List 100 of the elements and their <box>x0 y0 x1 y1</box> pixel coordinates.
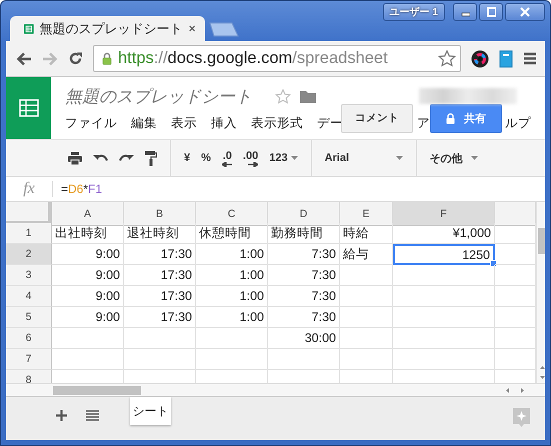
table-cell <box>340 328 393 349</box>
folder-icon[interactable] <box>300 90 316 102</box>
vertical-scrollbar[interactable] <box>536 202 545 383</box>
caret-icon <box>396 156 403 160</box>
add-sheet-icon[interactable] <box>56 410 67 421</box>
close-button[interactable] <box>505 3 545 21</box>
table-cell <box>52 328 124 349</box>
book-icon[interactable] <box>499 50 513 68</box>
column-header[interactable]: F <box>393 202 495 226</box>
table-cell <box>340 286 393 307</box>
star-icon[interactable] <box>438 50 456 67</box>
table-cell: 1:00 <box>196 244 268 265</box>
comments-button[interactable]: コメント <box>341 104 413 132</box>
table-cell <box>124 349 196 370</box>
increase-decimals-button[interactable]: .00 <box>242 150 258 166</box>
table-cell: 7:30 <box>268 286 340 307</box>
table-cell: 1250 <box>393 244 495 265</box>
menu-icon[interactable] <box>523 52 537 65</box>
menu-item[interactable]: 編集 <box>131 114 157 132</box>
back-icon[interactable] <box>16 52 32 66</box>
decrease-decimals-button[interactable]: .0 <box>222 150 232 166</box>
close-icon[interactable] <box>188 24 195 33</box>
column-header[interactable]: B <box>124 202 196 226</box>
row-header[interactable]: 2 <box>6 244 52 265</box>
row-header[interactable]: 8 <box>6 370 52 383</box>
horizontal-scrollbar[interactable] <box>6 383 545 397</box>
table-cell: 休憩時間 <box>196 223 268 244</box>
fill-handle[interactable] <box>490 260 497 267</box>
menu-item[interactable]: ファイル <box>65 114 117 132</box>
undo-icon[interactable] <box>93 153 108 163</box>
table-cell: 9:00 <box>52 286 124 307</box>
table-cell: 勤務時間 <box>268 223 340 244</box>
document-title[interactable]: 無題のスプレッドシート <box>65 84 252 108</box>
more-dropdown[interactable]: その他 <box>430 150 478 166</box>
column-header[interactable]: A <box>52 202 124 226</box>
table-cell <box>52 349 124 370</box>
menu-item[interactable]: 表示形式 <box>251 114 303 132</box>
row-header[interactable]: 7 <box>6 349 52 370</box>
menu-item[interactable]: 挿入 <box>211 114 237 132</box>
menu-item[interactable]: ルプ <box>505 114 531 132</box>
menu-item[interactable]: 表示 <box>171 114 197 132</box>
print-icon[interactable] <box>68 152 82 164</box>
arrow-left-icon <box>222 162 232 166</box>
maximize-button[interactable] <box>479 3 503 21</box>
redo-icon[interactable] <box>119 153 134 163</box>
table-cell: 7:30 <box>268 244 340 265</box>
reload-icon[interactable] <box>68 51 83 66</box>
star-icon[interactable] <box>275 88 291 104</box>
table-cell <box>268 349 340 370</box>
number-format-dropdown[interactable]: 123 <box>269 152 298 164</box>
table-cell: 7:30 <box>268 307 340 328</box>
lock-icon <box>446 112 455 124</box>
table-cell <box>196 349 268 370</box>
table-cell: 17:30 <box>124 265 196 286</box>
maximize-icon <box>486 7 496 17</box>
menu-item[interactable]: ア <box>417 114 430 132</box>
table-cell: 出社時刻 <box>52 223 124 244</box>
paint-roller-icon[interactable] <box>145 150 157 166</box>
column-header[interactable]: D <box>268 202 340 226</box>
table-cell: 17:30 <box>124 244 196 265</box>
table-cell: 時給 <box>340 223 393 244</box>
table-cell: 1:00 <box>196 265 268 286</box>
new-tab-button[interactable] <box>209 22 239 37</box>
browser-tab[interactable]: 無題のスプレッドシート <box>10 16 205 41</box>
caret-icon <box>290 156 298 160</box>
table-cell <box>340 307 393 328</box>
caret-icon <box>470 156 478 160</box>
arrow-right-icon <box>248 162 258 166</box>
sheet-list-icon[interactable] <box>86 410 99 421</box>
currency-button[interactable]: ¥ <box>184 152 190 164</box>
menu-item[interactable]: デー <box>317 114 343 132</box>
table-cell <box>340 265 393 286</box>
formula-label: fx <box>22 180 36 198</box>
table-cell <box>124 328 196 349</box>
table-cell: 9:00 <box>52 307 124 328</box>
spreadsheet-icon <box>24 22 34 36</box>
table-cell: 1:00 <box>196 286 268 307</box>
sheets-logo[interactable] <box>6 77 51 139</box>
row-header[interactable]: 6 <box>6 328 52 349</box>
table-cell <box>196 328 268 349</box>
lock-icon <box>102 52 112 65</box>
formula-field[interactable]: =D6*F1 <box>61 182 102 196</box>
column-header[interactable]: C <box>196 202 268 226</box>
percent-button[interactable]: % <box>201 152 211 164</box>
minimize-button[interactable] <box>453 3 477 21</box>
table-cell: 9:00 <box>52 265 124 286</box>
font-dropdown[interactable]: Arial <box>324 152 403 164</box>
table-cell: 17:30 <box>124 286 196 307</box>
table-cell: 9:00 <box>52 244 124 265</box>
row-header[interactable]: 4 <box>6 286 52 307</box>
close-icon <box>519 7 531 17</box>
table-cell <box>340 349 393 370</box>
column-header[interactable]: E <box>340 202 393 226</box>
row-header[interactable]: 3 <box>6 265 52 286</box>
row-header[interactable]: 5 <box>6 307 52 328</box>
camera-icon[interactable] <box>471 50 489 68</box>
scrollbar-thumb[interactable] <box>538 228 545 254</box>
row-header[interactable]: 1 <box>6 223 52 244</box>
sheet-tab[interactable]: シート <box>130 397 171 425</box>
address-field[interactable]: https://docs.google.com/spreadsheet <box>93 45 461 72</box>
